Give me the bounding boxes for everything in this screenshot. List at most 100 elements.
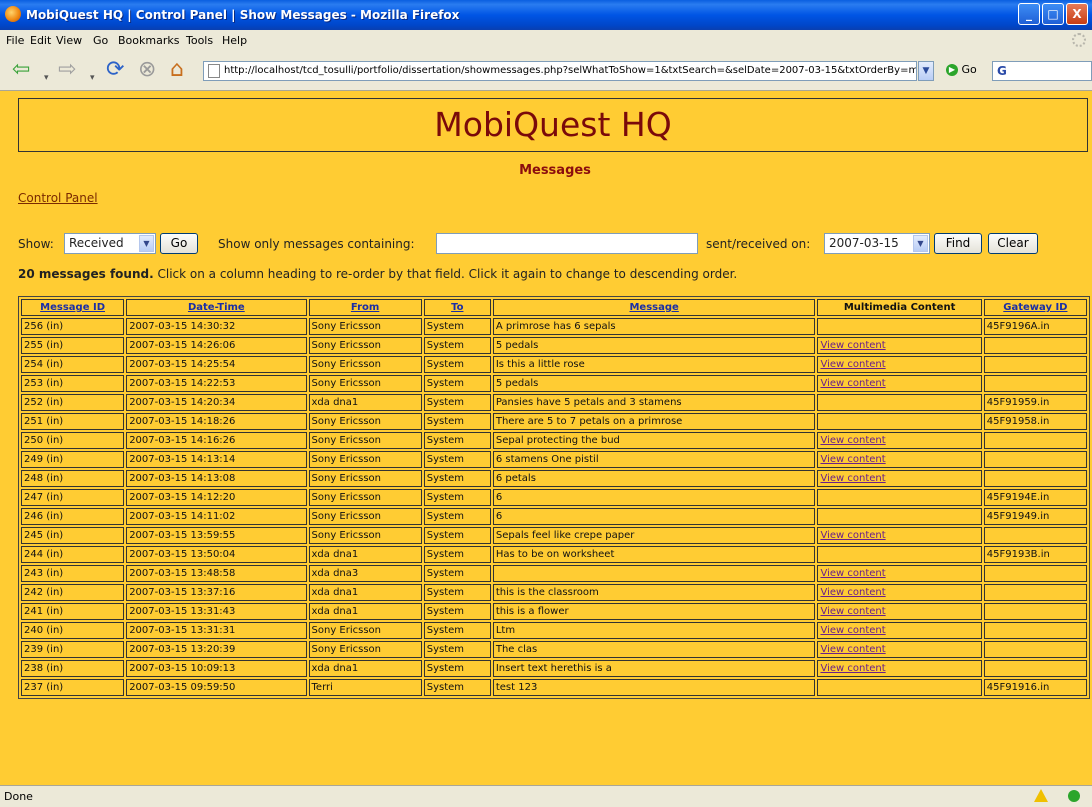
clear-button[interactable]: Clear [988, 233, 1038, 254]
reload-icon[interactable]: ⟳ [106, 58, 124, 82]
table-row: 249 (in) 2007-03-15 14:13:14 Sony Ericsson… [21, 451, 1087, 468]
view-content-link[interactable]: View content [820, 644, 885, 655]
menu-file[interactable]: File [6, 34, 24, 47]
page-banner: MobiQuest HQ [18, 98, 1088, 152]
cell-multimedia [817, 489, 982, 506]
minimize-button[interactable]: _ [1018, 3, 1040, 25]
cell-date-time: 2007-03-15 14:22:53 [126, 375, 307, 392]
cell-gateway-id: 45F91916.in [983, 679, 1087, 696]
column-header-to[interactable]: To [423, 299, 491, 316]
cell-to: System [423, 565, 491, 582]
find-button[interactable]: Find [934, 233, 982, 254]
column-header-message[interactable]: Message [492, 299, 816, 316]
chevron-down-icon: ▼ [139, 235, 154, 252]
cell-gateway-id: 45F91959.in [983, 394, 1087, 411]
window-title: MobiQuest HQ | Control Panel | Show Mess… [26, 8, 460, 22]
cell-message-id: 253 (in) [21, 375, 125, 392]
go-label: Go [961, 63, 977, 76]
sort-link-from[interactable]: From [351, 302, 379, 313]
sort-link-to[interactable]: To [451, 302, 463, 313]
date-select[interactable]: 2007-03-15 ▼ [824, 233, 930, 254]
column-header-date-time[interactable]: Date-Time [126, 299, 307, 316]
cell-message: 6 stamens One pistil [492, 451, 816, 468]
view-content-link[interactable]: View content [820, 340, 885, 351]
view-content-link[interactable]: View content [820, 454, 885, 465]
cell-message: 6 [492, 508, 816, 525]
sort-link-message-id[interactable]: Message ID [40, 302, 105, 313]
column-header-from[interactable]: From [308, 299, 422, 316]
cell-date-time: 2007-03-15 09:59:50 [126, 679, 307, 696]
cell-gateway-id [983, 432, 1087, 449]
status-ok-icon[interactable] [1068, 790, 1080, 802]
results-count: 20 messages found. [18, 267, 154, 281]
view-content-link[interactable]: View content [820, 606, 885, 617]
address-dropdown-icon[interactable]: ▼ [918, 61, 934, 81]
close-button[interactable]: X [1066, 3, 1088, 25]
table-row: 253 (in) 2007-03-15 14:22:53 Sony Ericsson… [21, 375, 1087, 392]
cell-message-id: 237 (in) [21, 679, 125, 696]
sort-link-date-time[interactable]: Date-Time [188, 302, 245, 313]
home-icon[interactable]: ⌂ [170, 58, 184, 82]
cell-to: System [423, 489, 491, 506]
menu-tools[interactable]: Tools [186, 34, 213, 47]
stop-icon[interactable]: ⊗ [138, 58, 156, 82]
view-content-link[interactable]: View content [820, 359, 885, 370]
view-content-link[interactable]: View content [820, 587, 885, 598]
view-content-link[interactable]: View content [820, 568, 885, 579]
page-content: MobiQuest HQ Messages Control Panel Show… [0, 91, 1092, 785]
google-search-box[interactable]: G [992, 61, 1092, 81]
cell-multimedia [817, 546, 982, 563]
cell-message: Sepal protecting the bud [492, 432, 816, 449]
view-content-link[interactable]: View content [820, 663, 885, 674]
cell-message-id: 238 (in) [21, 660, 125, 677]
go-button[interactable]: ▶ Go [946, 63, 977, 76]
google-logo-icon: G [997, 64, 1007, 78]
back-dropdown-icon[interactable]: ▾ [44, 66, 49, 90]
table-row: 254 (in) 2007-03-15 14:25:54 Sony Ericsson… [21, 356, 1087, 373]
sort-link-message[interactable]: Message [629, 302, 678, 313]
forward-arrow-icon[interactable]: ⇨ [58, 58, 76, 82]
menu-bookmarks[interactable]: Bookmarks [118, 34, 179, 47]
cell-message-id: 250 (in) [21, 432, 125, 449]
view-content-link[interactable]: View content [820, 378, 885, 389]
cell-from: Sony Ericsson [308, 375, 422, 392]
cell-message-id: 241 (in) [21, 603, 125, 620]
warning-icon[interactable] [1034, 789, 1048, 802]
address-bar[interactable]: http://localhost/tcd_tosulli/portfolio/d… [203, 61, 917, 81]
table-row: 239 (in) 2007-03-15 13:20:39 Sony Ericsson… [21, 641, 1087, 658]
search-input[interactable] [436, 233, 698, 254]
date-label: sent/received on: [706, 237, 811, 251]
cell-message-id: 248 (in) [21, 470, 125, 487]
control-panel-link[interactable]: Control Panel [18, 191, 98, 205]
cell-from: Sony Ericsson [308, 470, 422, 487]
column-header-message-id[interactable]: Message ID [21, 299, 125, 316]
cell-multimedia: View content [817, 622, 982, 639]
cell-message: 5 pedals [492, 337, 816, 354]
cell-to: System [423, 470, 491, 487]
cell-message-id: 256 (in) [21, 318, 125, 335]
column-header-gateway-id[interactable]: Gateway ID [983, 299, 1087, 316]
menu-help[interactable]: Help [222, 34, 247, 47]
go-filter-button[interactable]: Go [160, 233, 198, 254]
forward-dropdown-icon[interactable]: ▾ [90, 66, 95, 90]
cell-from: Sony Ericsson [308, 356, 422, 373]
view-content-link[interactable]: View content [820, 625, 885, 636]
cell-date-time: 2007-03-15 13:48:58 [126, 565, 307, 582]
maximize-button[interactable]: □ [1042, 3, 1064, 25]
view-content-link[interactable]: View content [820, 473, 885, 484]
cell-to: System [423, 318, 491, 335]
show-select[interactable]: Received ▼ [64, 233, 156, 254]
view-content-link[interactable]: View content [820, 530, 885, 541]
menu-view[interactable]: View [56, 34, 82, 47]
back-arrow-icon[interactable]: ⇦ [12, 58, 30, 82]
menu-edit[interactable]: Edit [30, 34, 51, 47]
menu-go[interactable]: Go [93, 34, 108, 47]
cell-to: System [423, 679, 491, 696]
cell-to: System [423, 603, 491, 620]
cell-to: System [423, 356, 491, 373]
cell-gateway-id [983, 660, 1087, 677]
sort-link-gateway-id[interactable]: Gateway ID [1003, 302, 1067, 313]
table-row: 240 (in) 2007-03-15 13:31:31 Sony Ericsson… [21, 622, 1087, 639]
view-content-link[interactable]: View content [820, 435, 885, 446]
cell-date-time: 2007-03-15 13:31:31 [126, 622, 307, 639]
